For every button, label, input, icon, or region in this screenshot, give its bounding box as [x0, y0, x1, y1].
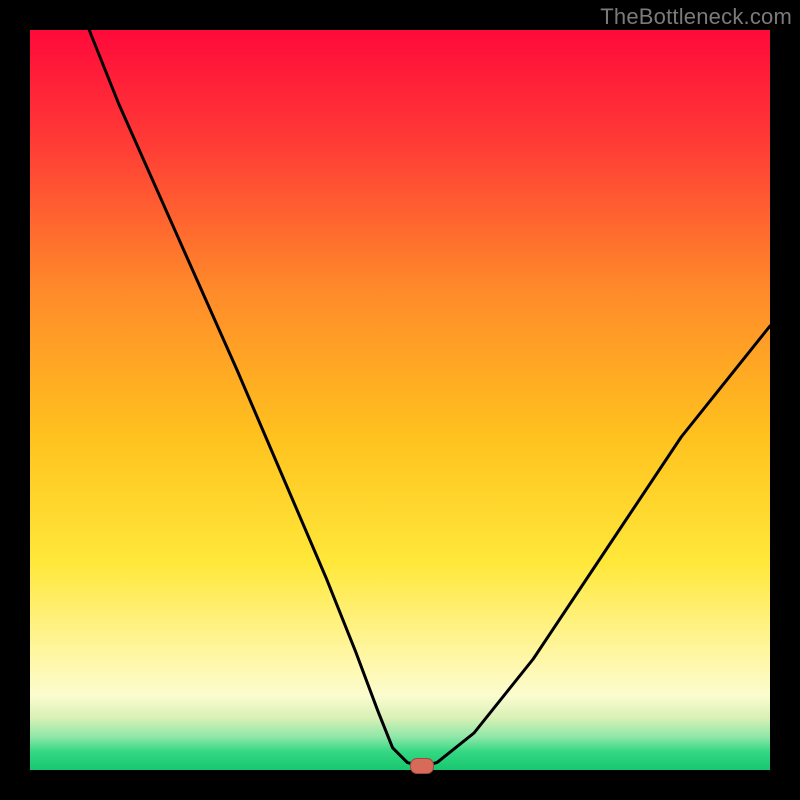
bottleneck-curve: [30, 30, 770, 770]
watermark-text: TheBottleneck.com: [600, 4, 792, 30]
minimum-marker: [410, 758, 434, 774]
chart-plot-area: [30, 30, 770, 770]
chart-frame: TheBottleneck.com: [0, 0, 800, 800]
